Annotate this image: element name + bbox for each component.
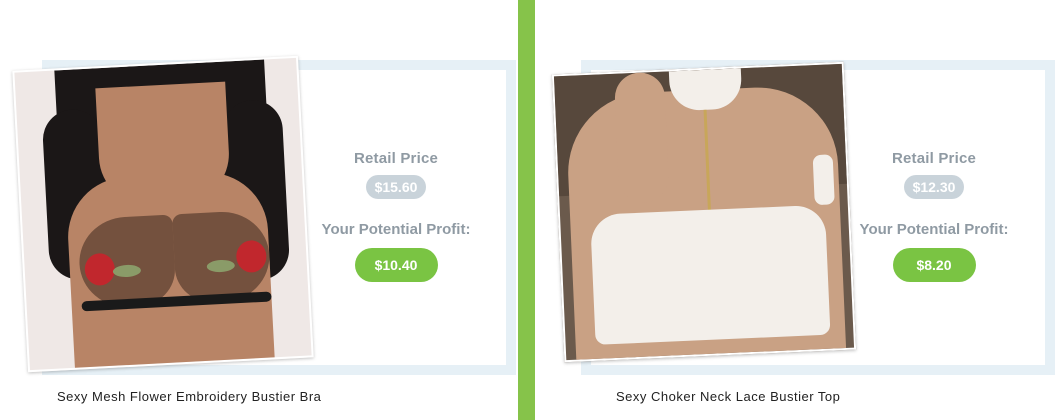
column-divider: [518, 0, 535, 420]
retail-price-badge: $15.60: [365, 175, 427, 199]
photo-lace-top: [590, 204, 831, 345]
product-title[interactable]: Sexy Mesh Flower Embroidery Bustier Bra: [57, 389, 321, 404]
retail-price-label: Retail Price: [891, 150, 977, 167]
photo-lace-strap: [812, 154, 835, 206]
potential-profit-badge[interactable]: $10.40: [354, 248, 438, 282]
retail-price-badge: $12.30: [903, 175, 965, 199]
photo-arm: [613, 71, 670, 204]
product-photo[interactable]: [12, 55, 314, 373]
product-card-1[interactable]: Retail Price $15.60 Your Potential Profi…: [0, 0, 518, 420]
potential-profit-badge[interactable]: $8.20: [892, 248, 976, 282]
product-photo[interactable]: [551, 61, 857, 363]
retail-price-label: Retail Price: [353, 150, 439, 167]
product-title[interactable]: Sexy Choker Neck Lace Bustier Top: [616, 389, 840, 404]
price-info: Retail Price $12.30 Your Potential Profi…: [834, 150, 1034, 282]
product-card-2[interactable]: Retail Price $12.30 Your Potential Profi…: [535, 0, 1055, 420]
price-info: Retail Price $15.60 Your Potential Profi…: [296, 150, 496, 282]
potential-profit-label: Your Potential Profit:: [321, 221, 471, 238]
potential-profit-label: Your Potential Profit:: [859, 221, 1009, 238]
